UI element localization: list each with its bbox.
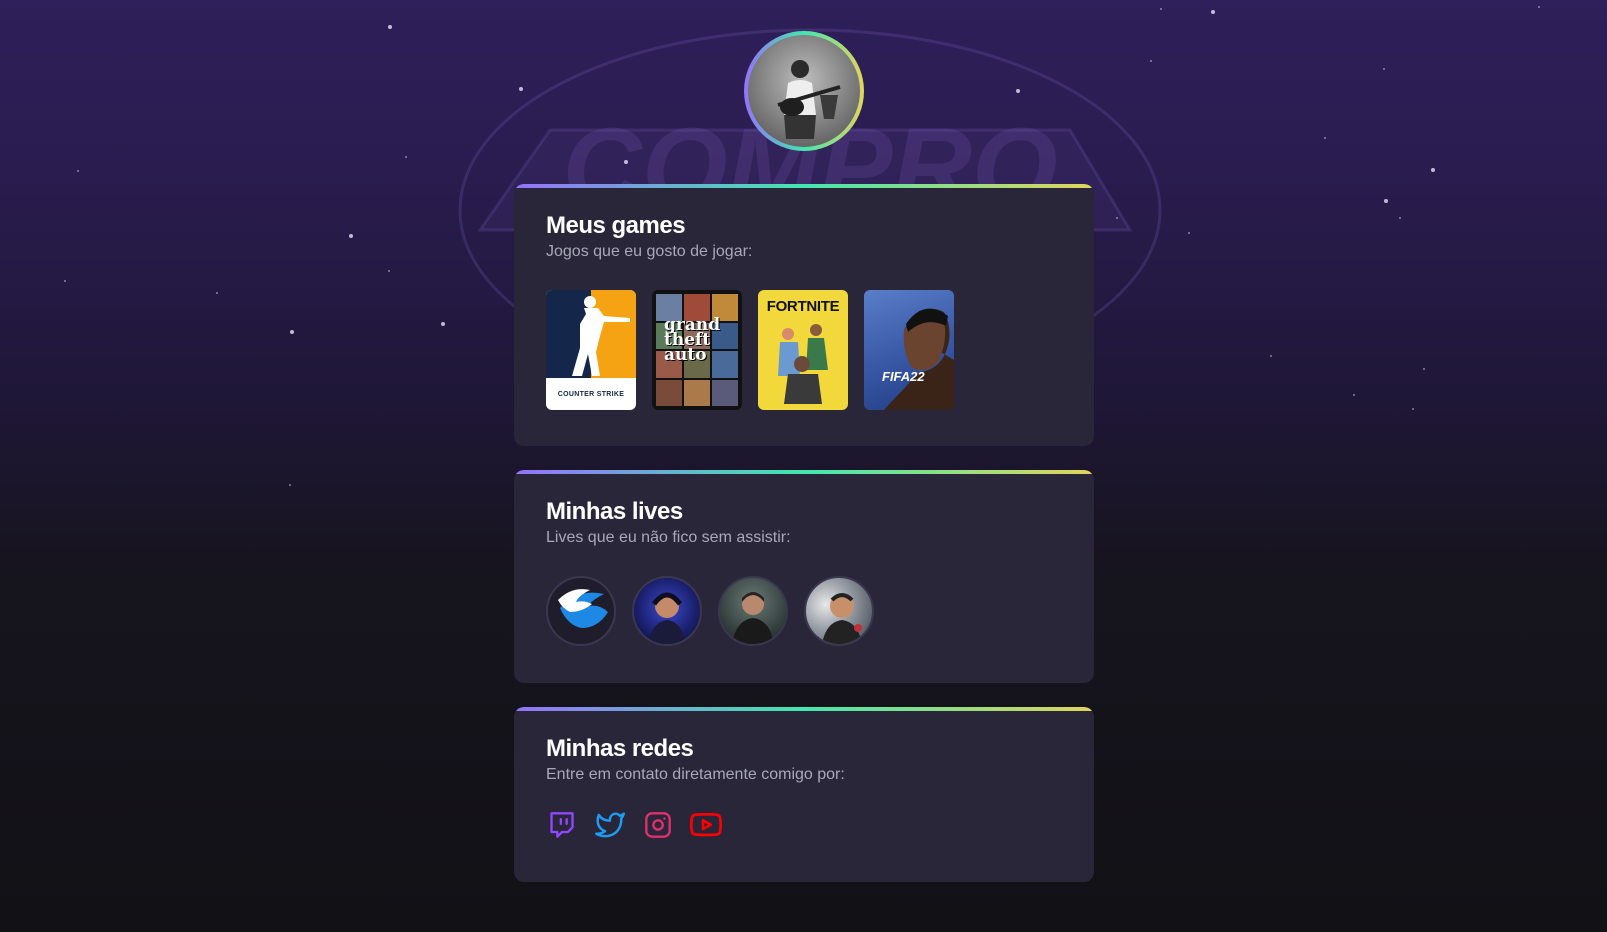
youtube-link[interactable] bbox=[690, 809, 722, 841]
games-title: Meus games bbox=[546, 212, 686, 239]
twitter-link[interactable] bbox=[594, 809, 626, 841]
fortnite-characters-icon bbox=[778, 324, 828, 404]
games-card: Meus games Jogos que eu gosto de jogar: … bbox=[514, 184, 1094, 446]
lives-subtitle: Lives que eu não fico sem assistir: bbox=[546, 529, 791, 546]
player-portrait-icon bbox=[884, 308, 954, 410]
live-streamer-avatar[interactable] bbox=[546, 576, 616, 646]
instagram-icon bbox=[645, 812, 671, 838]
twitch-link[interactable] bbox=[546, 809, 578, 841]
profile-avatar-ring bbox=[744, 31, 864, 151]
person-silhouette-icon bbox=[648, 592, 686, 644]
instagram-link[interactable] bbox=[642, 809, 674, 841]
guitarist-photo-icon bbox=[777, 60, 841, 139]
games-subtitle: Jogos que eu gosto de jogar: bbox=[546, 243, 753, 260]
live-streamer-avatar[interactable] bbox=[804, 576, 874, 646]
cs-label-1: COUNTER bbox=[557, 391, 595, 398]
social-subtitle: Entre em contato diretamente comigo por: bbox=[546, 766, 845, 783]
social-card: Minhas redes Entre em contato diretament… bbox=[514, 707, 1094, 882]
game-cover-fifa-22[interactable]: FIFA22 bbox=[864, 290, 954, 410]
cs-label-2: STRIKE bbox=[596, 391, 625, 398]
gta-label-3: auto bbox=[664, 345, 707, 365]
twitter-icon bbox=[595, 812, 625, 838]
lives-card: Minhas lives Lives que eu não fico sem a… bbox=[514, 470, 1094, 683]
lives-title: Minhas lives bbox=[546, 498, 683, 525]
person-silhouette-icon bbox=[732, 592, 774, 644]
game-cover-fortnite[interactable]: FORTNITE bbox=[758, 290, 848, 410]
social-links bbox=[546, 809, 1062, 841]
game-cover-counter-strike[interactable]: COUNTER STRIKE bbox=[546, 290, 636, 410]
games-list: COUNTER STRIKE grand theft auto FORTNITE bbox=[546, 290, 1062, 410]
twitch-icon bbox=[550, 812, 574, 838]
winged-logo-icon bbox=[558, 589, 608, 628]
youtube-icon bbox=[690, 813, 722, 837]
game-cover-gta-v[interactable]: grand theft auto bbox=[652, 290, 742, 410]
soldier-silhouette-icon bbox=[572, 296, 630, 376]
social-title: Minhas redes bbox=[546, 735, 694, 762]
fortnite-label: FORTNITE bbox=[766, 298, 840, 315]
live-streamer-avatar[interactable] bbox=[718, 576, 788, 646]
lives-list bbox=[546, 576, 1062, 646]
profile-avatar bbox=[748, 35, 860, 147]
fifa-label: FIFA22 bbox=[882, 369, 925, 384]
person-silhouette-icon bbox=[822, 593, 862, 644]
live-streamer-avatar[interactable] bbox=[632, 576, 702, 646]
